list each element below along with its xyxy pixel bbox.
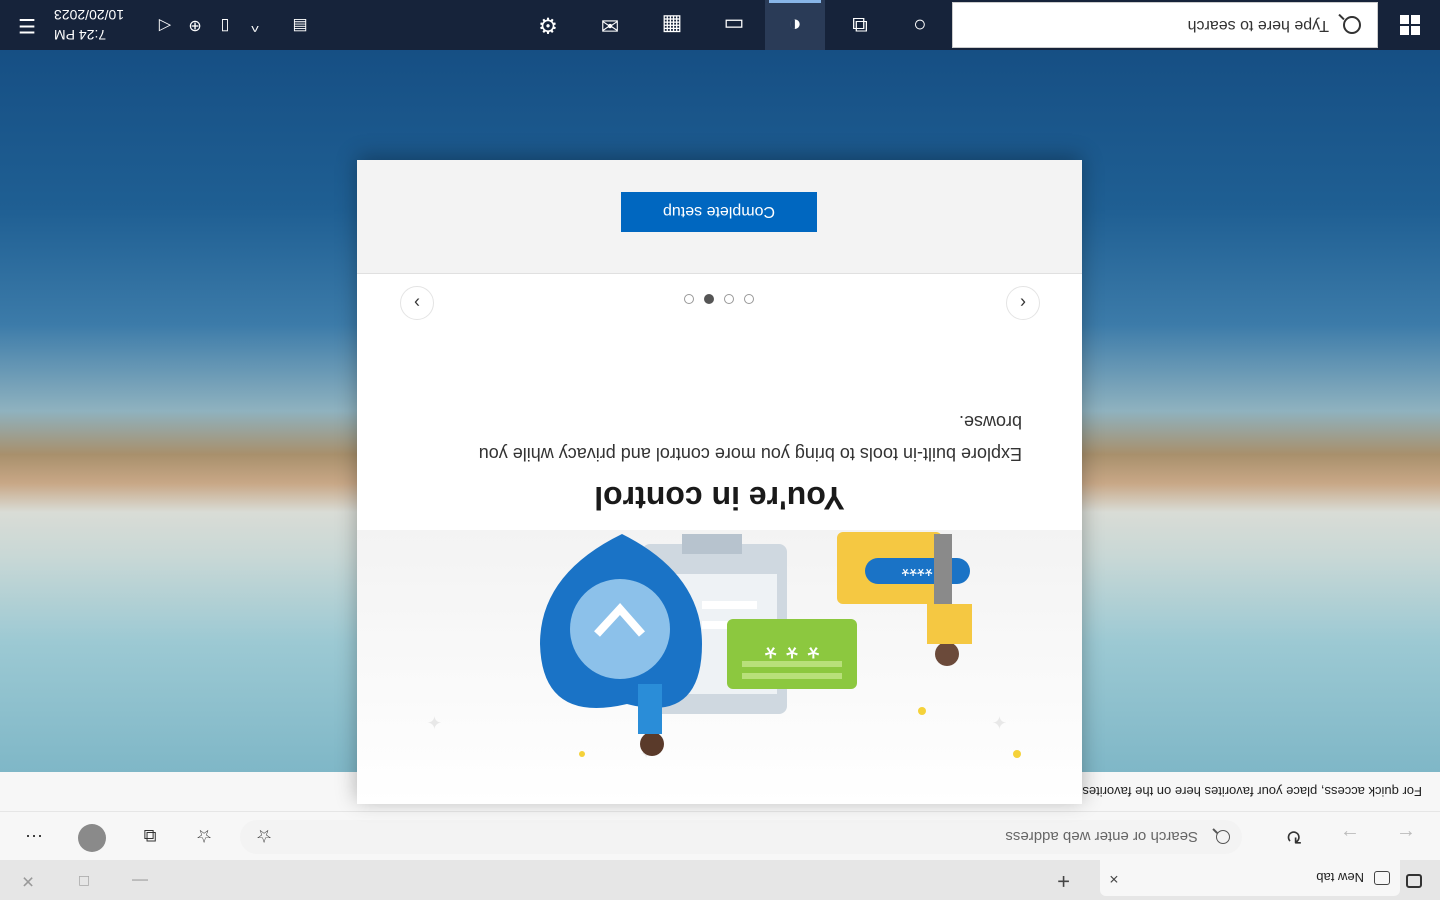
dialog-title: You're in control xyxy=(594,480,845,516)
clock-date: 10/20/2023 xyxy=(54,7,125,23)
dialog-footer: Complete setup xyxy=(357,160,1082,274)
settings-icon[interactable]: ⚙ xyxy=(518,0,578,50)
show-hidden-icons-icon[interactable]: ^ xyxy=(240,0,270,50)
tab-new-tab[interactable]: New tab × xyxy=(1100,860,1400,896)
maximize-button[interactable]: □ xyxy=(56,860,112,900)
search-icon xyxy=(1216,830,1230,844)
clock[interactable]: 7:24 PM 10/20/2023 xyxy=(54,5,142,45)
taskbar: 7:24 PM 10/20/2023 ☰ ▤ ^ ▯ ⊕ ◁ ○ ⧉ ◐ ▭ ▦… xyxy=(0,0,1440,50)
clock-time: 7:24 PM xyxy=(54,27,107,43)
pin-bubble-text: **** xyxy=(901,557,932,579)
tab-actions-icon[interactable] xyxy=(1406,874,1422,888)
search-icon xyxy=(1343,16,1361,34)
minimize-button[interactable]: — xyxy=(112,860,168,900)
new-tab-button[interactable]: + xyxy=(1057,869,1070,894)
edge-icon[interactable]: ◐ xyxy=(765,0,825,50)
notification-center-icon[interactable]: ☰ xyxy=(14,12,40,38)
svg-text:✦: ✦ xyxy=(992,712,1007,732)
dialog-description: Explore built-in tools to bring you more… xyxy=(478,412,1022,464)
carousel-dot-3[interactable] xyxy=(704,294,715,304)
news-widget-icon[interactable]: ▤ xyxy=(280,0,320,50)
back-button[interactable]: ← xyxy=(1390,820,1422,852)
carousel-dot-1[interactable] xyxy=(744,294,755,304)
tab-strip: New tab × + — □ ✕ xyxy=(0,860,1440,900)
illustration-svg: ✦ ✦ ✦ * * * *** xyxy=(427,532,1021,761)
profile-avatar[interactable] xyxy=(78,824,106,852)
collections-button[interactable]: ⧉ xyxy=(136,822,164,850)
device-icon[interactable]: ▯ xyxy=(210,0,240,50)
cortana-icon[interactable]: ○ xyxy=(890,0,950,50)
taskbar-search-box[interactable]: Type here to search xyxy=(952,2,1378,48)
favorites-bar-hint: For quick access, place your favorites h… xyxy=(1057,784,1422,799)
settings-more-button[interactable]: ⋯ xyxy=(20,822,48,850)
privacy-illustration: ✦ ✦ ✦ * * * *** xyxy=(357,530,1082,804)
address-bar[interactable]: Search or enter web address xyxy=(240,820,1242,854)
screen: New tab × + — □ ✕ ← → ↻ Search or enter … xyxy=(0,0,1440,900)
address-placeholder: Search or enter web address xyxy=(1005,828,1198,846)
welcome-dialog: ✦ ✦ ✦ * * * *** xyxy=(357,160,1082,804)
tab-close-button[interactable]: × xyxy=(1100,869,1128,887)
network-icon[interactable]: ⊕ xyxy=(180,0,210,50)
close-window-button[interactable]: ✕ xyxy=(0,860,56,900)
add-favorite-button[interactable]: ☆ xyxy=(250,822,278,850)
tab-title: New tab xyxy=(1316,870,1364,886)
volume-muted-icon[interactable]: ◁ xyxy=(150,0,180,50)
taskbar-search-placeholder: Type here to search xyxy=(1187,17,1329,34)
carousel-dots xyxy=(357,294,1082,304)
task-view-icon[interactable]: ⧉ xyxy=(830,0,890,50)
svg-text:✦: ✦ xyxy=(427,712,442,732)
start-button[interactable] xyxy=(1380,0,1440,50)
browser-toolbar: ← → ↻ Search or enter web address ☆ ☆ ⧉ … xyxy=(0,812,1440,860)
windows-logo-icon xyxy=(1411,26,1420,35)
refresh-button[interactable]: ↻ xyxy=(1278,820,1310,852)
favorites-button[interactable]: ☆ xyxy=(190,822,218,850)
new-tab-page-icon xyxy=(1374,871,1390,885)
store-icon[interactable]: ▦ xyxy=(642,0,702,50)
file-explorer-icon[interactable]: ▭ xyxy=(704,0,764,50)
complete-setup-button[interactable]: Complete setup xyxy=(621,192,817,232)
forward-button[interactable]: → xyxy=(1334,820,1366,852)
password-bubble-text: * * * xyxy=(764,629,819,665)
carousel-dot-4[interactable] xyxy=(684,294,695,304)
mail-icon[interactable]: ✉ xyxy=(580,0,640,50)
carousel-dot-2[interactable] xyxy=(724,294,735,304)
